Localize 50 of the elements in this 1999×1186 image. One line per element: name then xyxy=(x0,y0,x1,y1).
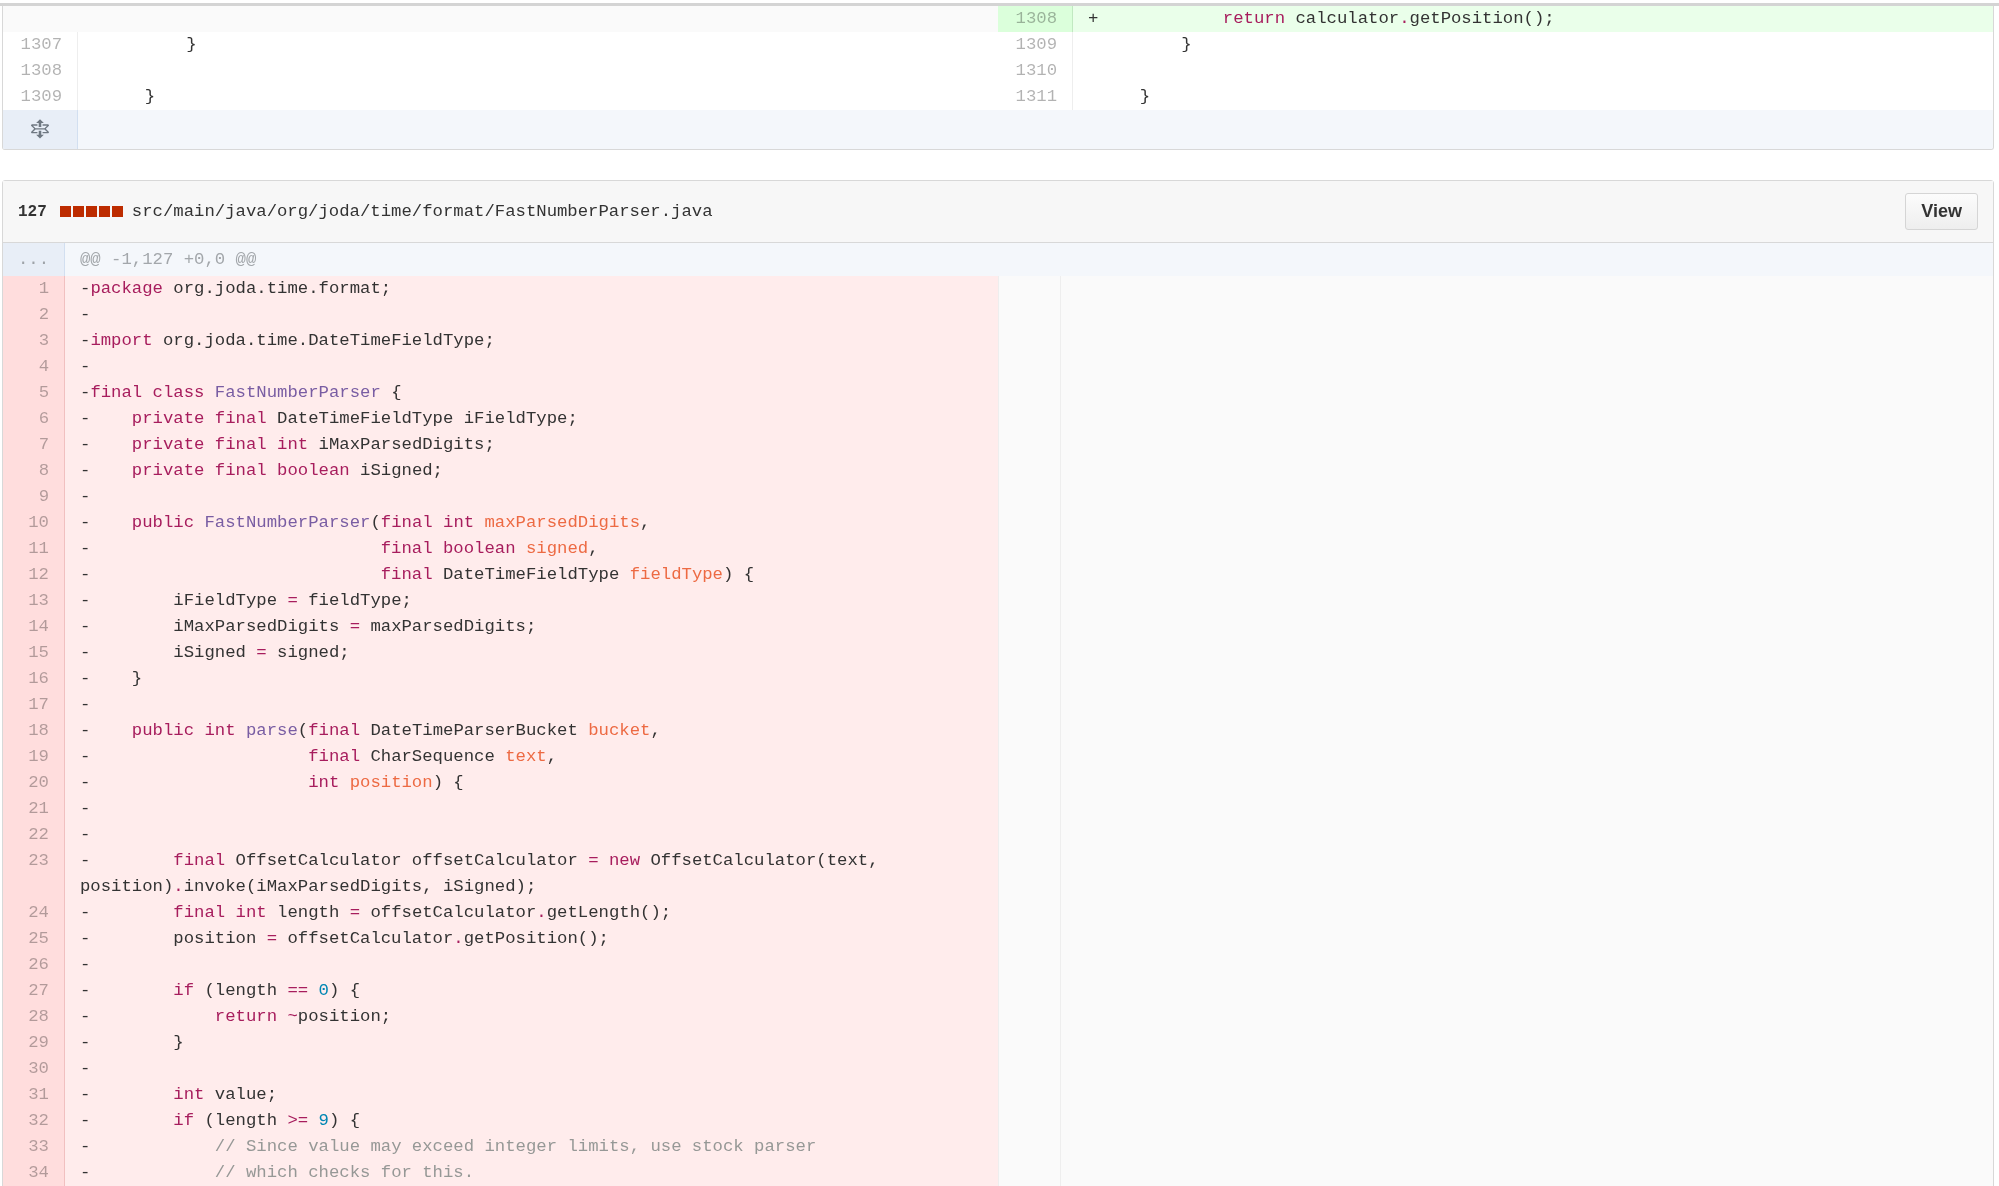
line-number: 20 xyxy=(3,770,65,796)
line-number: 5 xyxy=(3,380,65,406)
line-number: 13 xyxy=(3,588,65,614)
code-line: } xyxy=(143,87,156,106)
line-number: 25 xyxy=(3,926,65,952)
line-number: 16 xyxy=(3,666,65,692)
view-button[interactable]: View xyxy=(1905,193,1978,230)
line-number: 24 xyxy=(3,900,65,926)
line-number: 14 xyxy=(3,614,65,640)
line-number: 1 xyxy=(3,276,65,302)
line-number: 29 xyxy=(3,1030,65,1056)
code-line: } xyxy=(185,35,197,54)
line-number: 31 xyxy=(3,1082,65,1108)
code-line: } xyxy=(1138,87,1151,106)
line-number: 1308 xyxy=(998,6,1073,32)
unfold-icon xyxy=(31,119,49,140)
line-number: 6 xyxy=(3,406,65,432)
line-number: 30 xyxy=(3,1056,65,1082)
line-number: 26 xyxy=(3,952,65,978)
diffstat-block-icon xyxy=(98,206,110,217)
line-number: 9 xyxy=(3,484,65,510)
line-number: 7 xyxy=(3,432,65,458)
expand-button[interactable] xyxy=(3,110,78,149)
line-number: 15 xyxy=(3,640,65,666)
line-number: 10 xyxy=(3,510,65,536)
code-line: } xyxy=(1180,35,1192,54)
line-number: 34 xyxy=(3,1160,65,1186)
line-number: 23 xyxy=(3,848,65,900)
line-number: 2 xyxy=(3,302,65,328)
line-number: 11 xyxy=(3,536,65,562)
diffstat-block-icon xyxy=(111,206,123,217)
line-number: 19 xyxy=(3,744,65,770)
line-number: 21 xyxy=(3,796,65,822)
line-number: 27 xyxy=(3,978,65,1004)
hunk-header: @@ -1,127 +0,0 @@ xyxy=(79,248,257,271)
line-number: 28 xyxy=(3,1004,65,1030)
line-number: 12 xyxy=(3,562,65,588)
line-number: 22 xyxy=(3,822,65,848)
line-number: 32 xyxy=(3,1108,65,1134)
diffstat-block-icon xyxy=(59,206,71,217)
line-number: 33 xyxy=(3,1134,65,1160)
line-number: 8 xyxy=(3,458,65,484)
diffstat-block-icon xyxy=(72,206,84,217)
line-number: 3 xyxy=(3,328,65,354)
line-number: 17 xyxy=(3,692,65,718)
line-number: 4 xyxy=(3,354,65,380)
change-count: 127 xyxy=(18,201,47,223)
line-number: 18 xyxy=(3,718,65,744)
diffstat-block-icon xyxy=(85,206,97,217)
file-path: src/main/java/org/joda/time/format/FastNumberParser.java xyxy=(131,200,713,223)
